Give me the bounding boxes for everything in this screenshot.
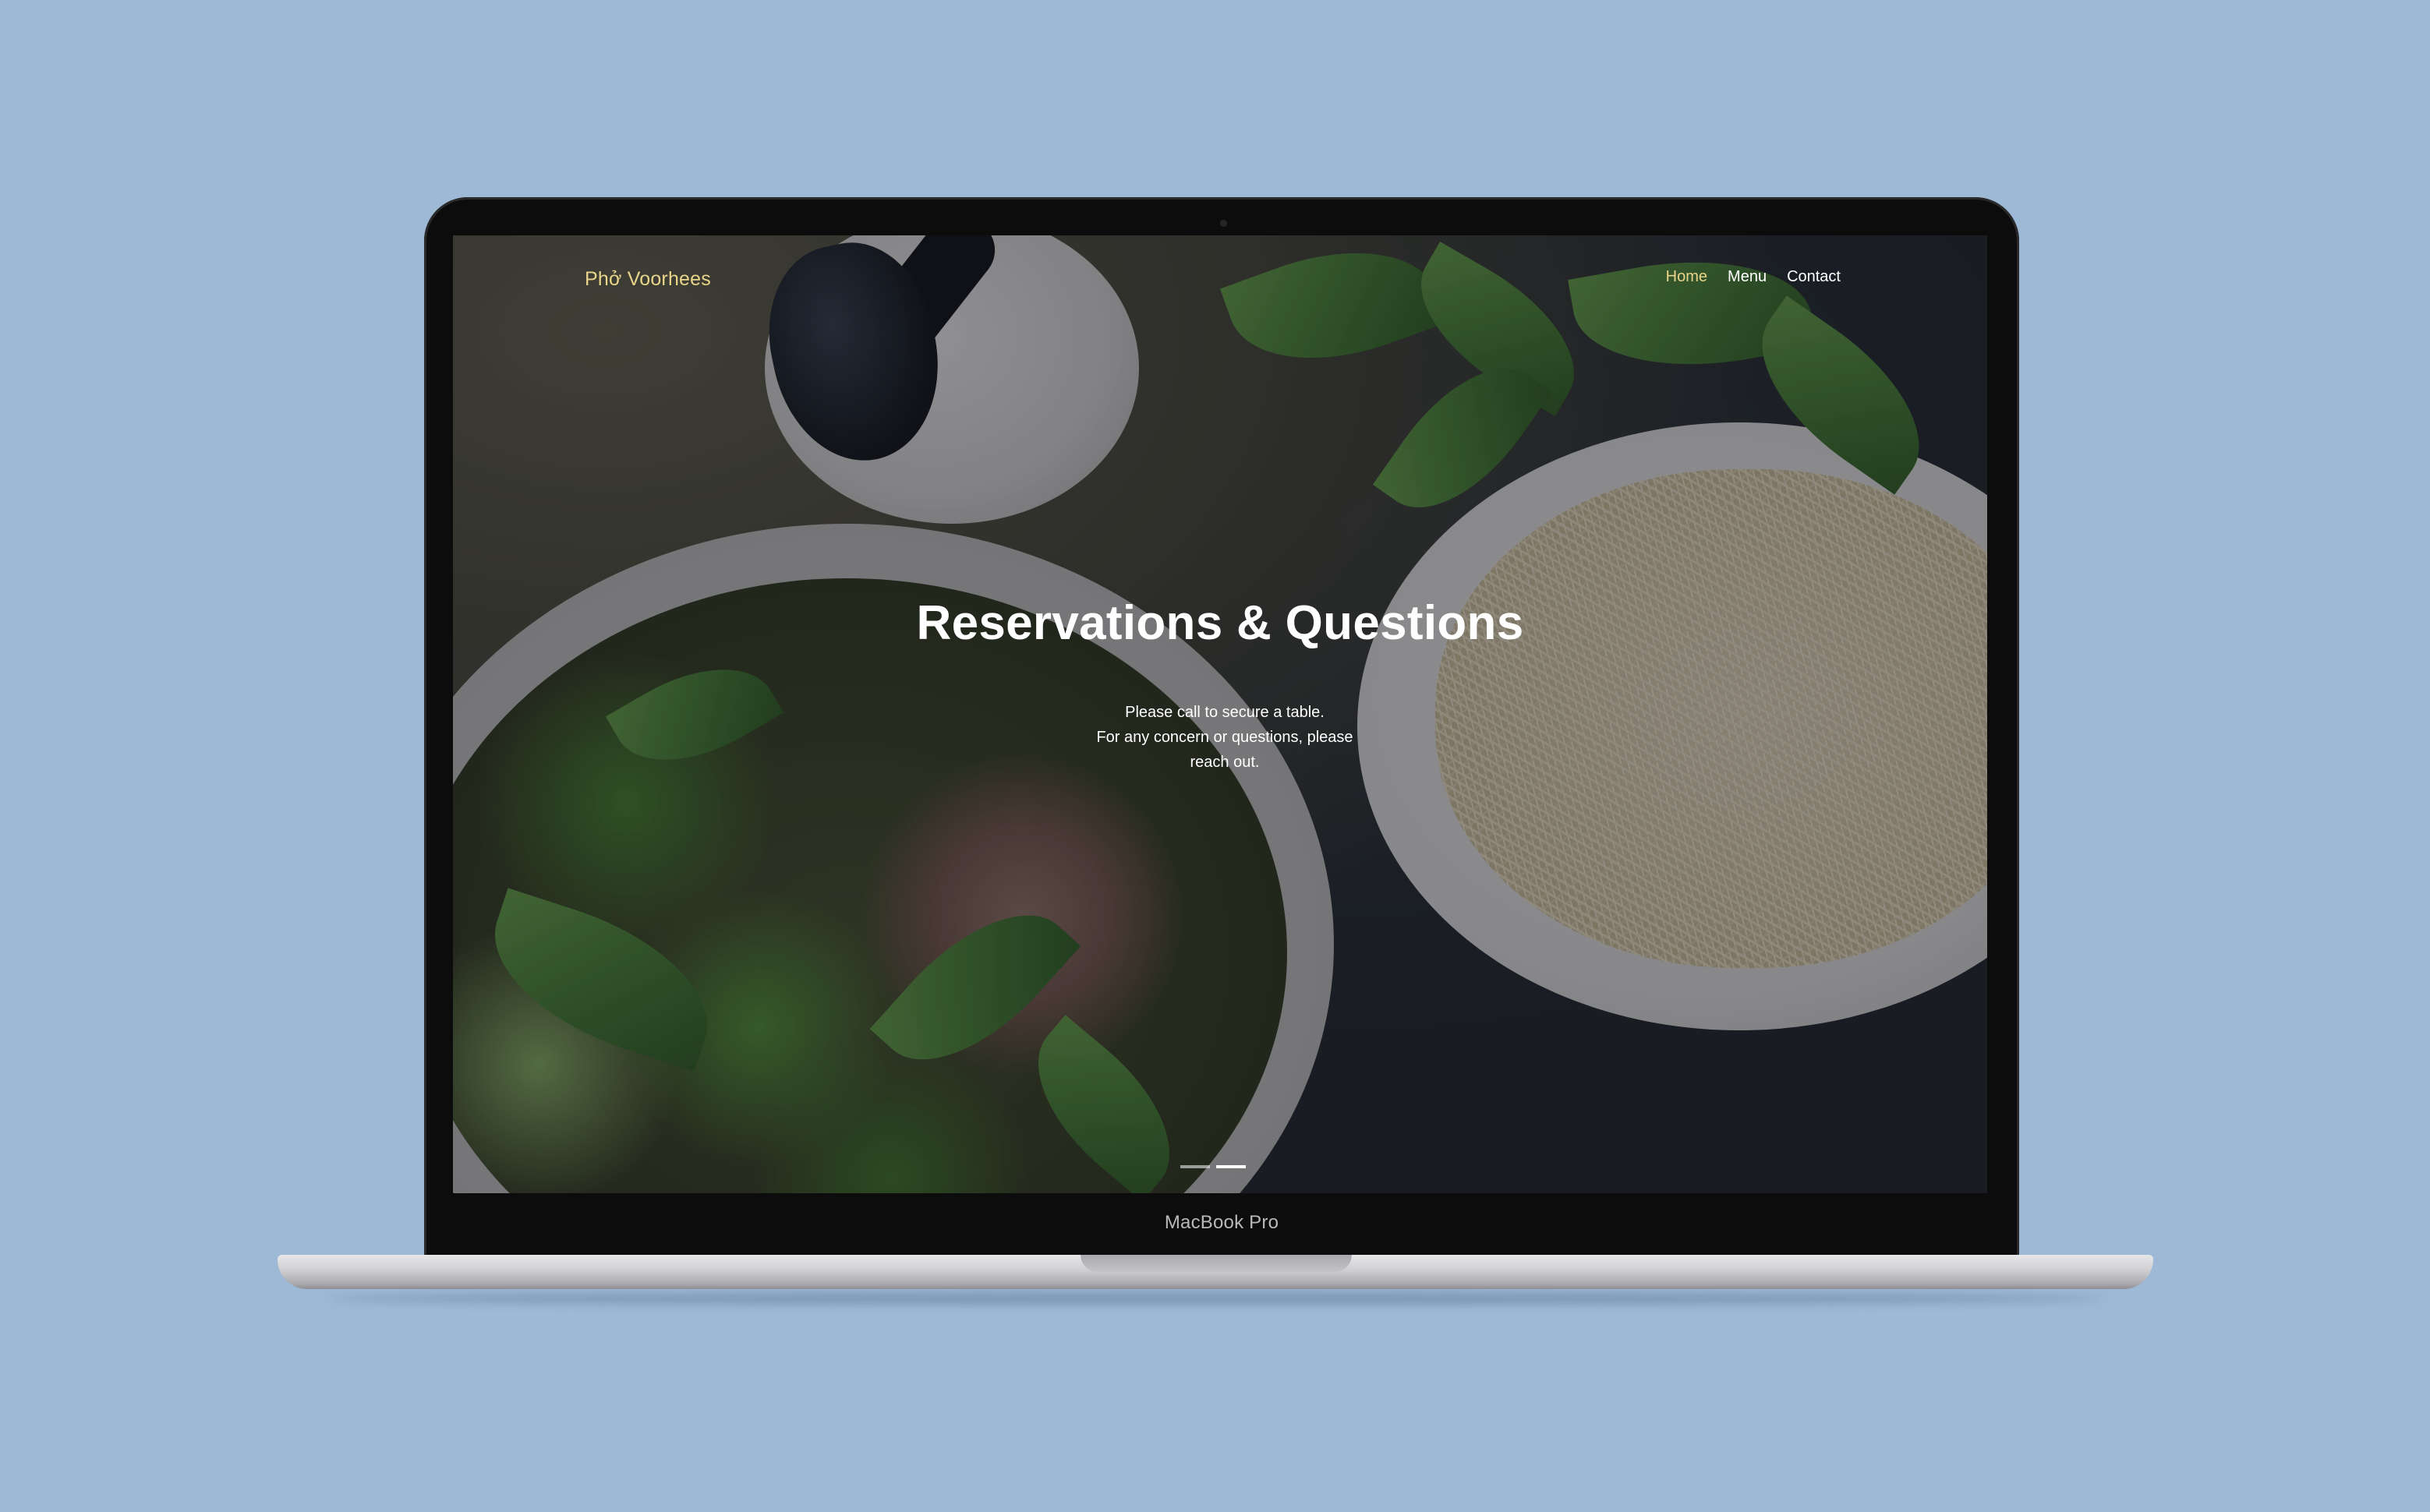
nav-contact-link[interactable]: Contact [1787, 268, 1841, 286]
laptop-shadow [327, 1292, 2105, 1305]
hero-description-line: Please call to secure a table. [1125, 704, 1325, 721]
hero-description-line: reach out. [1190, 754, 1260, 771]
slide-indicator-1[interactable] [1180, 1165, 1210, 1168]
laptop-opening-notch [1081, 1255, 1352, 1272]
main-nav: Home Menu Contact [1666, 268, 1841, 286]
site-logo-link[interactable]: Phở Voorhees [585, 268, 711, 291]
slide-indicator-2[interactable] [1216, 1165, 1246, 1168]
website-screen: Phở Voorhees Home Menu Contact Reservati… [453, 235, 1987, 1193]
hero-title: Reservations & Questions [916, 596, 1524, 650]
hero-description-line: For any concern or questions, please [1096, 729, 1353, 746]
slider-indicators [1180, 1165, 1246, 1168]
nav-home-link[interactable]: Home [1666, 268, 1707, 286]
device-label: MacBook Pro [1164, 1212, 1279, 1233]
camera-icon [1220, 220, 1227, 227]
laptop-base [278, 1255, 2153, 1289]
nav-menu-link[interactable]: Menu [1728, 268, 1767, 286]
hero-description: Please call to secure a table. For any c… [1061, 700, 1388, 775]
